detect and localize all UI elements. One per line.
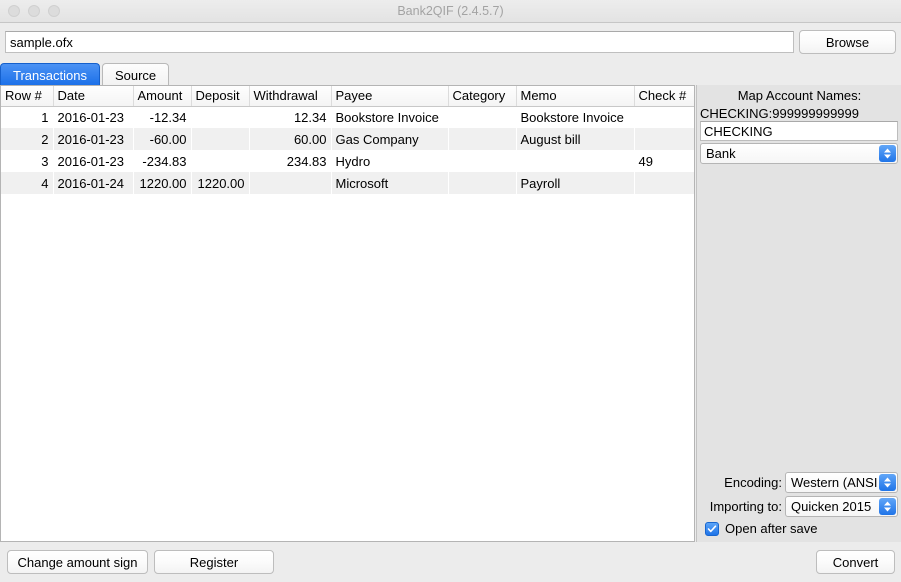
column-header-deposit[interactable]: Deposit xyxy=(191,86,250,107)
cell-row-num: 4 xyxy=(1,172,53,194)
cell-amount: -12.34 xyxy=(149,109,187,125)
importing-to-label: Importing to: xyxy=(709,499,782,514)
cell-category xyxy=(448,128,516,150)
bottom-toolbar: Change amount sign Register Convert xyxy=(0,542,901,582)
cell-date: 2016-01-24 xyxy=(53,172,133,194)
cell-check xyxy=(634,172,694,194)
cell-check: 49 xyxy=(638,153,653,169)
table-row[interactable]: 1 2016-01-23 -12.34 12.34 Bookstore Invoice B… xyxy=(1,106,694,128)
column-header-payee[interactable]: Payee xyxy=(331,86,449,107)
cell-row-num: 3 xyxy=(41,153,49,169)
window-resize-handle[interactable] xyxy=(887,568,901,582)
map-account-names-title: Map Account Names: xyxy=(737,88,862,103)
encoding-value: Western (ANSI xyxy=(791,475,878,490)
account-type-value: Bank xyxy=(706,146,736,161)
importing-to-select[interactable]: Quicken 2015 xyxy=(785,496,898,517)
importing-to-value: Quicken 2015 xyxy=(791,499,872,514)
cell-check xyxy=(634,128,694,150)
cell-amount: -60.00 xyxy=(133,128,191,150)
chevron-updown-icon xyxy=(879,145,896,162)
cell-memo: Payroll xyxy=(516,172,634,194)
open-after-save-row[interactable]: Open after save xyxy=(705,521,818,536)
mapping-side-panel: Map Account Names: CHECKING:999999999999… xyxy=(696,85,901,542)
cell-row-num: 2 xyxy=(1,128,53,150)
account-type-select[interactable]: Bank xyxy=(700,143,898,164)
table-row[interactable]: 4 2016-01-24 1220.00 1220.00 Microsoft Payrol… xyxy=(1,172,694,194)
tab-bar: Transactions Source xyxy=(0,62,171,86)
checkmark-icon[interactable] xyxy=(705,521,719,536)
cell-memo xyxy=(516,150,634,172)
cell-category xyxy=(448,106,516,128)
open-after-save-label: Open after save xyxy=(725,521,818,536)
table-row[interactable]: 2 2016-01-23 -60.00 60.00 Gas Company August … xyxy=(1,128,694,150)
cell-memo: August bill xyxy=(516,128,634,150)
register-button[interactable]: Register xyxy=(154,550,274,574)
transactions-table-panel: Row # Date Amount Deposit Withdrawal Pay… xyxy=(0,85,695,542)
cell-date: 2016-01-23 xyxy=(57,153,125,169)
column-header-memo[interactable]: Memo xyxy=(516,86,635,107)
transactions-table: Row # Date Amount Deposit Withdrawal Pay… xyxy=(1,86,694,194)
cell-payee: Hydro xyxy=(335,153,371,169)
encoding-select[interactable]: Western (ANSI xyxy=(785,472,898,493)
cell-payee: Microsoft xyxy=(331,172,448,194)
column-header-category[interactable]: Category xyxy=(448,86,517,107)
cell-deposit: 1220.00 xyxy=(191,172,249,194)
column-header-row-num[interactable]: Row # xyxy=(1,86,54,107)
cell-payee: Bookstore Invoice xyxy=(335,109,439,125)
cell-memo: Bookstore Invoice xyxy=(520,109,624,125)
change-amount-sign-button[interactable]: Change amount sign xyxy=(7,550,148,574)
encoding-label: Encoding: xyxy=(724,475,782,490)
cell-deposit xyxy=(191,150,249,172)
cell-date: 2016-01-23 xyxy=(57,109,125,125)
column-header-amount[interactable]: Amount xyxy=(133,86,192,107)
column-header-date[interactable]: Date xyxy=(53,86,134,107)
browse-button[interactable]: Browse xyxy=(799,30,896,54)
cell-withdrawal: 12.34 xyxy=(293,109,327,125)
file-path-bar: Browse xyxy=(0,23,901,60)
column-header-withdrawal[interactable]: Withdrawal xyxy=(249,86,332,107)
cell-payee: Gas Company xyxy=(331,128,448,150)
cell-category xyxy=(448,150,516,172)
cell-withdrawal: 60.00 xyxy=(249,128,331,150)
map-account-key-label: CHECKING:999999999999 xyxy=(700,106,859,121)
map-account-name-input[interactable] xyxy=(700,121,898,141)
chevron-updown-icon xyxy=(879,498,896,515)
file-path-input[interactable] xyxy=(5,31,794,53)
column-header-check[interactable]: Check # xyxy=(634,86,694,107)
cell-amount: -234.83 xyxy=(142,153,187,169)
cell-row-num: 1 xyxy=(41,109,49,125)
cell-deposit xyxy=(191,106,249,128)
cell-check xyxy=(634,106,694,128)
cell-withdrawal xyxy=(249,172,331,194)
window-title: Bank2QIF (2.4.5.7) xyxy=(397,4,504,18)
table-row[interactable]: 3 2016-01-23 -234.83 234.83 Hydro 49 xyxy=(1,150,694,172)
cell-withdrawal: 234.83 xyxy=(286,153,327,169)
table-header-row: Row # Date Amount Deposit Withdrawal Pay… xyxy=(1,86,694,107)
cell-amount: 1220.00 xyxy=(133,172,191,194)
chevron-updown-icon xyxy=(879,474,896,491)
convert-button[interactable]: Convert xyxy=(816,550,895,574)
cell-category xyxy=(448,172,516,194)
cell-deposit xyxy=(191,128,249,150)
window-titlebar: Bank2QIF (2.4.5.7) xyxy=(0,0,901,23)
tab-transactions[interactable]: Transactions xyxy=(0,63,100,86)
tab-source[interactable]: Source xyxy=(101,63,170,86)
cell-date: 2016-01-23 xyxy=(53,128,133,150)
application-window: Bank2QIF (2.4.5.7) Browse Transactions S… xyxy=(0,0,901,582)
